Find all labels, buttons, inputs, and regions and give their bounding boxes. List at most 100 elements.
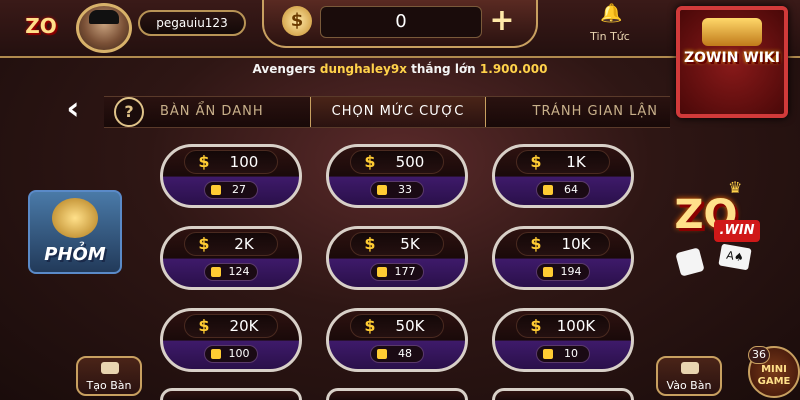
player-count-pill: 33: [370, 181, 424, 199]
stake-amount: 100: [229, 153, 259, 171]
stake-pill: $1K: [516, 150, 610, 174]
dollar-icon: $: [530, 316, 542, 335]
username-label: pegauiu123: [138, 10, 246, 36]
zowin-brand: ♛ ZO .WIN A♠: [656, 180, 774, 280]
tab-anonymous-table[interactable]: BÀN ẨN DANH: [160, 97, 280, 127]
stake-table[interactable]: $10K 194: [492, 226, 634, 290]
person-icon: [377, 349, 387, 359]
person-icon: [211, 349, 221, 359]
stake-amount: 100K: [556, 317, 596, 335]
dollar-icon: $: [530, 234, 542, 253]
stake-amount: 5K: [400, 235, 420, 253]
stake-pill: $20K: [184, 314, 278, 338]
avatar-cap: [89, 10, 119, 24]
player-count-pill: 194: [536, 263, 590, 281]
dollar-icon: $: [364, 152, 376, 171]
player-count-pill: 177: [370, 263, 424, 281]
stake-amount: 20K: [229, 317, 259, 335]
dice-icon: [675, 247, 705, 277]
ticker-amount: 1.900.000: [479, 62, 548, 76]
player-count-pill: 48: [370, 345, 424, 363]
avatar[interactable]: [76, 3, 132, 53]
stake-table[interactable]: $100K 10: [492, 308, 634, 372]
stake-table[interactable]: $50K 48: [326, 308, 468, 372]
promo-text: ZOWIN WIKI: [683, 50, 780, 66]
stake-amount: 1K: [566, 153, 586, 171]
balance-value: 0: [320, 6, 482, 38]
stake-pill: $500: [350, 150, 444, 174]
coin-icon: $: [282, 6, 312, 36]
phom-label: PHỎM: [44, 244, 106, 265]
join-table-label: Vào Bàn: [666, 379, 712, 392]
table-row-peek: [326, 388, 468, 400]
tab-bar: ? BÀN ẨN DANH CHỌN MỨC CƯỢC TRÁNH GIAN L…: [104, 96, 670, 128]
person-icon: [543, 349, 553, 359]
stake-pill: $10K: [516, 232, 610, 256]
stake-table[interactable]: $500 33: [326, 144, 468, 208]
ticker-player: dunghaley9x: [319, 62, 407, 76]
ticker-prefix: Avengers: [252, 62, 316, 76]
stake-table[interactable]: $100 27: [160, 144, 302, 208]
create-table-button[interactable]: Tạo Bàn: [76, 356, 142, 396]
player-count: 27: [232, 183, 246, 196]
player-count-pill: 64: [536, 181, 590, 199]
stake-table[interactable]: $20K 100: [160, 308, 302, 372]
person-icon: [211, 185, 221, 195]
tab-anti-cheat[interactable]: TRÁNH GIAN LẬN: [528, 97, 658, 127]
slot-reel-icon: [702, 18, 762, 46]
dollar-icon: $: [364, 234, 376, 253]
player-count: 10: [564, 347, 578, 360]
stake-amount: 2K: [234, 235, 254, 253]
player-count: 64: [564, 183, 578, 196]
gold-pot-icon: [52, 198, 98, 238]
bell-icon: 🔔: [600, 3, 623, 24]
player-count: 194: [560, 265, 582, 278]
stake-amount: 50K: [395, 317, 425, 335]
join-table-icon: [681, 362, 699, 374]
person-icon: [211, 267, 221, 277]
player-count: 177: [394, 265, 416, 278]
player-count-pill: 27: [204, 181, 258, 199]
mini-game-button[interactable]: 36 MINI GAME: [748, 346, 800, 398]
dollar-icon: $: [364, 316, 376, 335]
phom-game-tile[interactable]: PHỎM: [28, 190, 122, 274]
player-count: 33: [398, 183, 412, 196]
player-count: 100: [228, 347, 250, 360]
stake-table[interactable]: $2K 124: [160, 226, 302, 290]
tab-choose-stake[interactable]: CHỌN MỨC CƯỢC: [310, 97, 486, 127]
create-table-label: Tạo Bàn: [86, 379, 132, 392]
news-button[interactable]: 🔔 Tin Tức: [578, 4, 642, 44]
stake-amount: 10K: [561, 235, 591, 253]
player-count-pill: 124: [204, 263, 258, 281]
person-icon: [377, 185, 387, 195]
dollar-icon: $: [198, 234, 210, 253]
join-table-button[interactable]: Vào Bàn: [656, 356, 722, 396]
add-funds-button[interactable]: +: [486, 6, 518, 38]
stake-pill: $5K: [350, 232, 444, 256]
stake-pill: $100: [184, 150, 278, 174]
mini-game-badge: 36: [748, 346, 770, 364]
balance-panel: $ 0 +: [262, 0, 538, 48]
news-label: Tin Tức: [590, 30, 630, 43]
stake-table[interactable]: $1K 64: [492, 144, 634, 208]
player-count: 48: [398, 347, 412, 360]
zo-logo: ZO: [25, 14, 57, 38]
mini-game-label: MINI GAME: [757, 364, 791, 387]
playing-card-icon: A♠: [718, 243, 752, 271]
stake-table[interactable]: $5K 177: [326, 226, 468, 290]
dollar-icon: $: [530, 152, 542, 171]
dollar-icon: $: [198, 152, 210, 171]
player-count-pill: 10: [536, 345, 590, 363]
table-row-peek: [160, 388, 302, 400]
person-icon: [543, 267, 553, 277]
ticker-mid: thắng lớn: [411, 62, 476, 76]
stake-pill: $50K: [350, 314, 444, 338]
help-button[interactable]: ?: [114, 97, 144, 127]
person-icon: [543, 185, 553, 195]
stake-pill: $2K: [184, 232, 278, 256]
promo-banner[interactable]: ZOWIN WIKI: [676, 6, 788, 118]
brand-badge: .WIN: [714, 220, 760, 242]
table-row-peek: [492, 388, 634, 400]
back-button[interactable]: ‹: [58, 92, 88, 126]
stake-pill: $100K: [516, 314, 610, 338]
